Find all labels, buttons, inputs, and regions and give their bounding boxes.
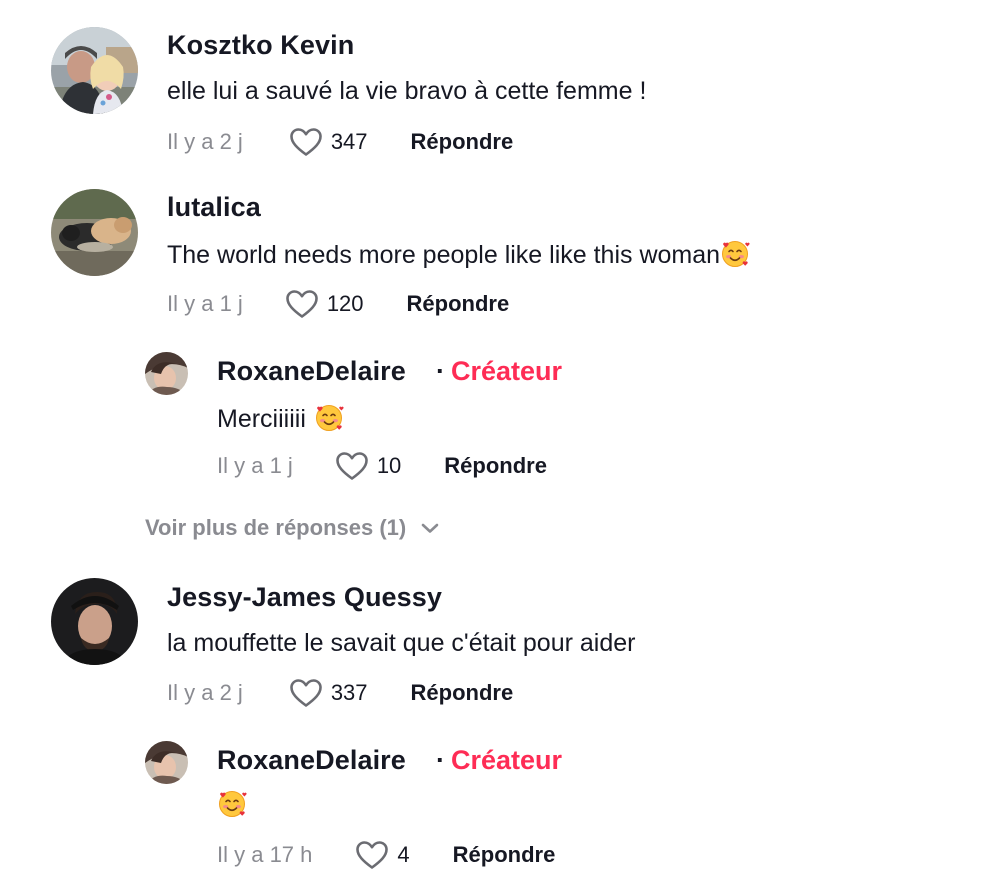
like-count: 347: [330, 129, 368, 154]
reply-time: Il y a 1 j: [217, 453, 293, 478]
like-button[interactable]: 120: [285, 289, 364, 319]
chevron-down-icon: [420, 521, 440, 535]
like-count: 4: [397, 842, 410, 867]
reply-username[interactable]: RoxaneDelaire: [217, 356, 406, 387]
reply-text-content: Merciiiiii: [217, 405, 306, 433]
comment-actions: Il y a 2 j 347 Répondre: [167, 125, 513, 159]
comment-time: Il y a 1 j: [167, 291, 243, 316]
reply-button[interactable]: Répondre: [407, 291, 510, 317]
like-button[interactable]: 4: [355, 840, 410, 870]
reply-button[interactable]: Répondre: [444, 453, 547, 479]
creator-label: · Créateur: [430, 356, 562, 387]
reply-actions: Il y a 17 h 4 Répondre: [217, 838, 555, 872]
like-button[interactable]: 347: [289, 127, 368, 157]
smiling-face-with-hearts-icon: [217, 789, 247, 819]
like-count: 337: [330, 680, 368, 705]
separator-dot: ·: [436, 745, 445, 775]
creator-badge: Créateur: [451, 745, 563, 775]
reply-text: [217, 789, 247, 820]
comment-username[interactable]: Jessy-James Quessy: [167, 582, 442, 613]
reply-time: Il y a 17 h: [217, 842, 313, 867]
reply-username[interactable]: RoxaneDelaire: [217, 745, 406, 776]
creator-badge: Créateur: [451, 356, 563, 386]
reply-button[interactable]: Répondre: [411, 129, 514, 155]
comment-text: The world needs more people like like th…: [167, 239, 750, 270]
comment-text-content: The world needs more people like like th…: [167, 241, 721, 269]
view-more-replies-label: Voir plus de réponses (1): [145, 515, 407, 540]
like-count: 10: [376, 453, 402, 478]
creator-label: · Créateur: [430, 745, 562, 776]
heart-outline-icon: [335, 451, 369, 481]
comment-time: Il y a 2 j: [167, 129, 243, 154]
comment-username[interactable]: Kosztko Kevin: [167, 30, 354, 61]
heart-outline-icon: [289, 127, 323, 157]
avatar[interactable]: [51, 189, 138, 276]
separator-dot: ·: [436, 356, 445, 386]
comment-actions: Il y a 2 j 337 Répondre: [167, 676, 513, 710]
avatar[interactable]: [51, 27, 138, 114]
avatar[interactable]: [145, 741, 188, 784]
smiling-face-with-hearts-icon: [720, 239, 750, 269]
comment-username[interactable]: lutalica: [167, 192, 261, 223]
comment-text: la mouffette le savait que c'était pour …: [167, 629, 636, 657]
view-more-replies-button[interactable]: Voir plus de réponses (1): [145, 515, 440, 541]
like-count: 120: [326, 291, 364, 316]
like-button[interactable]: 337: [289, 678, 368, 708]
comment-actions: Il y a 1 j 120 Répondre: [167, 287, 509, 321]
heart-outline-icon: [355, 840, 389, 870]
heart-outline-icon: [289, 678, 323, 708]
reply-button[interactable]: Répondre: [411, 680, 514, 706]
like-button[interactable]: 10: [335, 451, 401, 481]
reply-button[interactable]: Répondre: [453, 842, 556, 868]
reply-text: Merciiiiii: [217, 403, 344, 434]
avatar[interactable]: [51, 578, 138, 665]
comment-time: Il y a 2 j: [167, 680, 243, 705]
heart-outline-icon: [285, 289, 319, 319]
avatar[interactable]: [145, 352, 188, 395]
smiling-face-with-hearts-icon: [314, 403, 344, 433]
comment-text: elle lui a sauvé la vie bravo à cette fe…: [167, 77, 647, 105]
reply-actions: Il y a 1 j 10 Répondre: [217, 449, 547, 483]
